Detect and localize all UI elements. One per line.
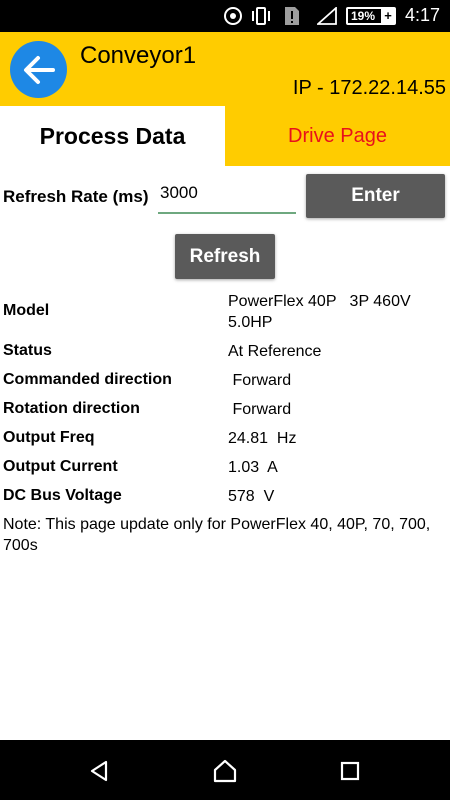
dc-bus-voltage-label: DC Bus Voltage <box>3 487 122 504</box>
clock: 4:17 <box>404 5 440 25</box>
signal-icon <box>316 7 338 25</box>
rotation-direction-value: Forward <box>228 401 292 418</box>
commanded-direction-value: Forward <box>228 372 292 389</box>
ip-address: IP - 172.22.14.55 <box>292 77 446 99</box>
rotation-direction-label: Rotation direction <box>3 400 140 417</box>
arrow-left-icon <box>23 55 55 84</box>
refresh-rate-label: Refresh Rate (ms) <box>3 187 149 206</box>
alert-sim-icon <box>283 7 301 25</box>
compatibility-note: Note: This page update only for PowerFle… <box>3 516 431 554</box>
nav-home-icon[interactable] <box>210 756 240 786</box>
model-label: Model <box>3 302 50 319</box>
refresh-rate-input[interactable] <box>158 178 296 214</box>
app-header: Conveyor1 IP - 172.22.14.55 <box>0 32 450 106</box>
output-current-label: Output Current <box>3 458 118 475</box>
vibrate-icon <box>250 7 272 25</box>
output-freq-label: Output Freq <box>3 429 95 446</box>
navigation-bar <box>0 740 450 800</box>
back-button[interactable] <box>10 41 67 98</box>
data-saver-icon <box>222 7 244 25</box>
battery-charging-icon: 19% + <box>346 7 396 25</box>
status-label: Status <box>3 342 52 359</box>
output-freq-value: 24.81 Hz <box>228 430 297 447</box>
tab-process-data[interactable]: Process Data <box>0 106 225 166</box>
tab-drive-page[interactable]: Drive Page <box>225 106 450 166</box>
battery-level: 19% <box>351 9 376 23</box>
dc-bus-voltage-value: 578 V <box>228 488 275 505</box>
enter-button[interactable]: Enter <box>306 174 445 218</box>
commanded-direction-label: Commanded direction <box>3 371 172 388</box>
page-title: Conveyor1 <box>80 42 197 69</box>
refresh-button[interactable]: Refresh <box>175 234 275 279</box>
nav-recents-icon[interactable] <box>335 756 365 786</box>
model-value: PowerFlex 40P 3P 460V 5.0HP <box>228 293 411 331</box>
output-current-value: 1.03 A <box>228 459 278 476</box>
nav-back-icon[interactable] <box>84 756 114 786</box>
status-value: At Reference <box>228 343 322 360</box>
status-bar: 19% + 4:17 <box>0 0 450 32</box>
